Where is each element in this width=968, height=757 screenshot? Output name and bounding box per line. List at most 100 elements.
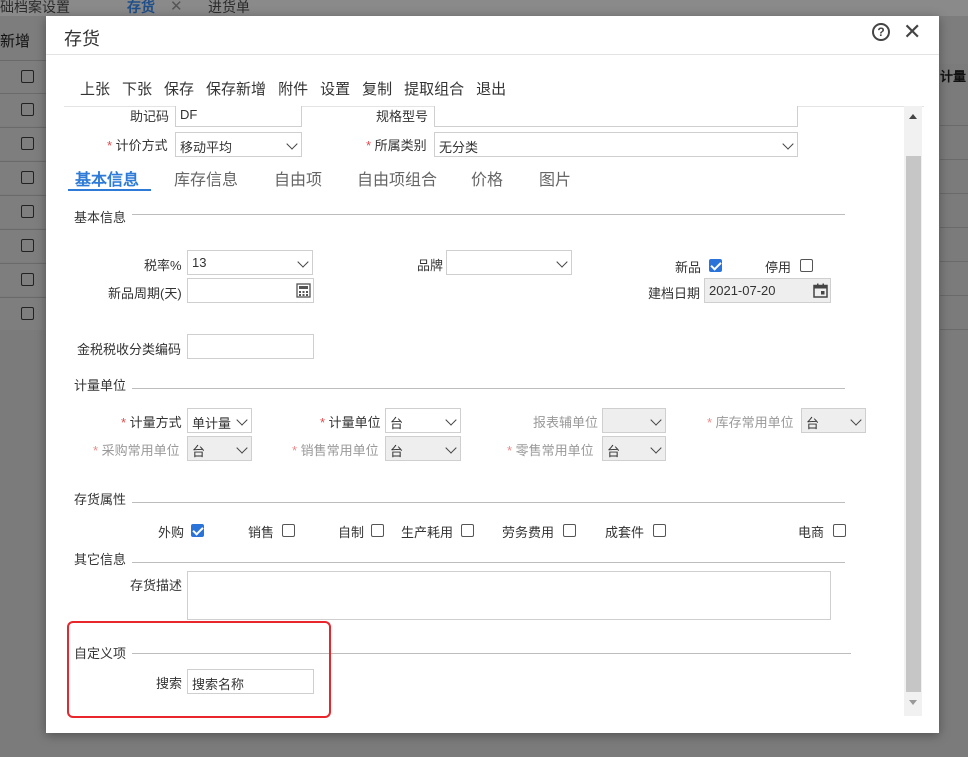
chevron-down-icon [297,256,309,268]
tab-price[interactable]: 价格 [471,166,503,190]
table-row[interactable] [0,60,46,93]
measure-unit-label: 计量单位 [320,412,381,431]
retail-unit-select[interactable]: 台 [602,436,666,461]
report-unit-select[interactable] [602,408,666,433]
tax-code-input[interactable] [187,334,314,359]
retail-unit-value: 台 [607,444,621,459]
chevron-down-icon [650,442,662,454]
background-grid [0,60,46,330]
question-circle-icon[interactable]: ? [872,23,890,41]
attr-selfmade-label: 自制 [338,525,365,540]
menu-exit[interactable]: 退出 [476,78,506,99]
attr-labor-label: 劳务费用 [502,525,555,540]
pricing-value: 移动平均 [180,140,233,155]
form-scroll-area: 助记码 DF 规格型号 计价方式 移动平均 所属类别 无分类 基本信息 库存信息… [46,106,939,733]
category-select[interactable]: 无分类 [434,132,798,157]
attr-kit-label: 成套件 [605,525,645,540]
disabled-label: 停用 [765,260,792,275]
attr-ecommerce-label: 电商 [798,525,825,540]
attr-labor-checkbox[interactable] [563,524,576,537]
scroll-thumb[interactable] [906,156,921,692]
attr-ecommerce-checkbox[interactable] [833,524,846,537]
measure-unit-value: 台 [390,416,404,431]
menu-settings[interactable]: 设置 [320,78,350,99]
mnemonic-input[interactable]: DF [175,106,302,127]
menu-attachment[interactable]: 附件 [278,78,308,99]
bg-new-button[interactable]: 新增 [0,30,30,51]
vertical-scrollbar[interactable] [904,106,922,716]
tab-free-items[interactable]: 自由项 [274,166,322,190]
menu-save[interactable]: 保存 [164,78,194,99]
tax-rate-select[interactable]: 13 [187,250,313,275]
measure-unit-select[interactable]: 台 [385,408,461,433]
chevron-down-icon [286,138,298,150]
mnemonic-label: 助记码 [130,109,170,124]
calculator-icon[interactable] [296,283,311,298]
bg-column-header: 计量 [940,69,967,84]
brand-label: 品牌 [417,258,444,273]
calendar-icon[interactable] [813,283,828,298]
bg-tab-close-icon[interactable]: ✕ [170,0,183,15]
brand-select[interactable] [446,250,572,275]
section-attributes: 存货属性 [74,489,133,508]
table-row[interactable] [0,263,46,296]
attr-selfmade-checkbox[interactable] [371,524,384,537]
menu-copy[interactable]: 复制 [362,78,392,99]
new-product-label: 新品 [675,260,702,275]
menu-next[interactable]: 下张 [122,78,152,99]
purchase-unit-select[interactable]: 台 [187,436,252,461]
bg-tab-purchase[interactable]: 进货单 [208,0,250,17]
tax-rate-label: 税率% [144,258,182,273]
tab-basic-info[interactable]: 基本信息 [75,166,139,190]
table-row[interactable] [0,93,46,126]
chevron-down-icon [556,256,568,268]
scroll-up-arrow-icon[interactable] [909,114,917,119]
section-other: 其它信息 [74,549,133,568]
measure-method-select[interactable]: 单计量 [187,408,252,433]
table-row[interactable] [0,195,46,228]
attr-sales-checkbox[interactable] [282,524,295,537]
menu-prev[interactable]: 上张 [80,78,110,99]
pricing-select[interactable]: 移动平均 [175,132,302,157]
close-icon[interactable]: ✕ [903,19,921,45]
scroll-down-arrow-icon[interactable] [909,700,917,705]
tab-free-item-combo[interactable]: 自由项组合 [357,166,437,190]
tab-images[interactable]: 图片 [539,166,571,190]
sales-unit-value: 台 [390,444,404,459]
table-row[interactable] [0,297,46,330]
desc-textarea[interactable] [187,571,831,620]
attr-production-checkbox[interactable] [461,524,474,537]
background-tab-bar: 础档案设置 存货 ✕ 进货单 [0,0,968,16]
disabled-checkbox[interactable] [800,259,813,272]
stock-unit-select[interactable]: 台 [801,408,866,433]
highlight-box [67,621,331,718]
sales-unit-select[interactable]: 台 [385,436,461,461]
tax-code-label: 金税税收分类编码 [77,342,182,357]
attr-purchase-checkbox[interactable] [191,524,204,537]
spec-input[interactable] [434,106,798,127]
table-row[interactable] [0,127,46,160]
bg-right-rows [940,92,968,330]
new-period-input[interactable] [187,278,314,303]
chevron-down-icon [236,442,248,454]
menu-extract-combo[interactable]: 提取组合 [404,78,464,99]
menu-save-new[interactable]: 保存新增 [206,78,266,99]
measure-method-label: 计量方式 [121,412,182,431]
bg-tab-inventory[interactable]: 存货 [127,0,155,17]
stock-unit-label: 库存常用单位 [707,412,794,431]
created-date-input[interactable]: 2021-07-20 [704,278,831,303]
section-basic-info: 基本信息 [74,207,133,226]
tab-active-underline [68,189,151,191]
attr-kit-checkbox[interactable] [653,524,666,537]
section-divider [74,388,845,389]
report-unit-label: 报表辅单位 [533,415,599,430]
table-row[interactable] [0,229,46,262]
bg-tab-archive[interactable]: 础档案设置 [0,0,70,17]
new-product-checkbox[interactable] [709,259,722,272]
chevron-down-icon [782,138,794,150]
section-divider [74,562,845,563]
tab-inventory-info[interactable]: 库存信息 [174,166,238,190]
retail-unit-label: 零售常用单位 [507,440,594,459]
inventory-dialog: 存货 ? ✕ 上张 下张 保存 保存新增 附件 设置 复制 提取组合 退出 助记码 DF 规格型… [46,16,939,733]
table-row[interactable] [0,161,46,194]
